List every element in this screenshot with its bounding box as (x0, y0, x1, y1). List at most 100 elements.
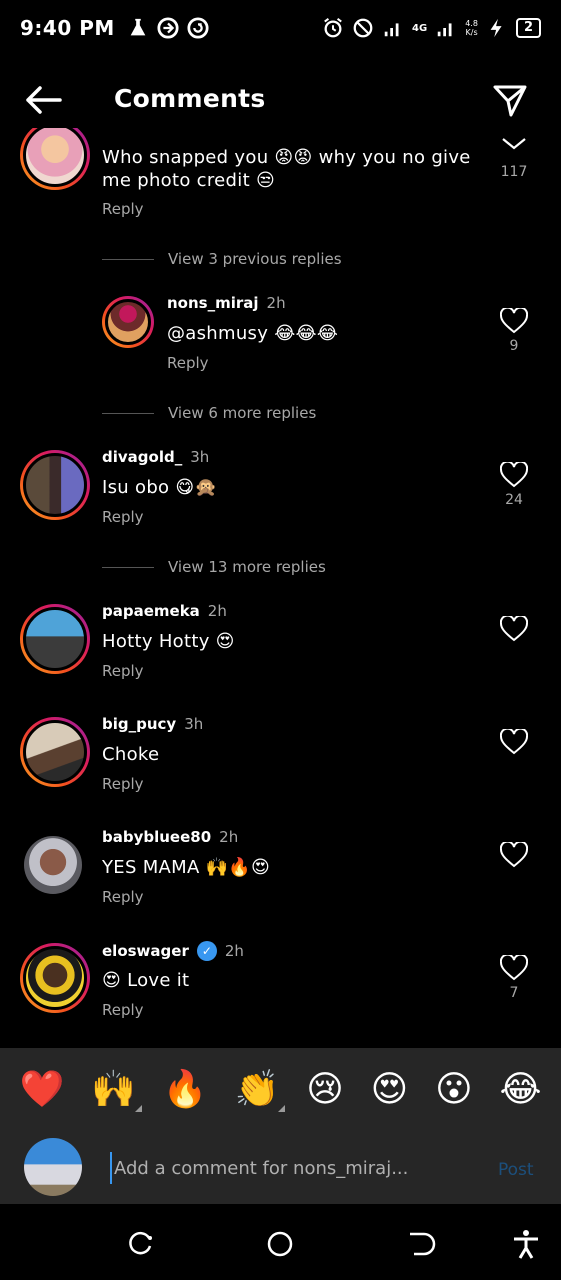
like-count: 117 (500, 164, 528, 180)
view-replies-button[interactable]: View 3 previous replies (102, 250, 342, 268)
quick-reaction-bar: ❤️ 🙌 🔥 👏 😢 😍 😮 😂 (0, 1048, 561, 1132)
comment-text: 😍 Love it (102, 970, 190, 991)
reaction-raised-hands[interactable]: 🙌 (91, 1069, 142, 1112)
comment-input-bar: Post (0, 1132, 561, 1204)
status-bar: 9:40 PM 4G 4.8 K/s 2 (0, 0, 561, 56)
username[interactable]: babybluee80 (102, 828, 211, 846)
reply-button[interactable]: Reply (102, 1001, 144, 1019)
reply-button[interactable]: Reply (102, 888, 144, 906)
reaction-heart-eyes[interactable]: 😍 (371, 1072, 409, 1108)
comment-time: 3h (190, 448, 210, 466)
reply-button[interactable]: Reply (167, 354, 209, 372)
comment-input[interactable] (110, 1152, 480, 1184)
page-title: Comments (114, 84, 266, 113)
heart-icon[interactable] (500, 616, 528, 642)
heart-icon[interactable] (500, 462, 528, 488)
username[interactable]: divagold_ (102, 448, 182, 466)
view-replies-label: View 6 more replies (168, 404, 317, 422)
signal-icon-2 (437, 23, 452, 37)
status-notification-icons (127, 17, 209, 39)
avatar[interactable] (20, 128, 90, 190)
post-button[interactable]: Post (498, 1160, 534, 1180)
send-icon[interactable] (492, 82, 528, 118)
avatar[interactable] (20, 604, 90, 674)
battery-level: 2 (515, 18, 541, 38)
username[interactable]: eloswager (102, 942, 189, 960)
charging-icon (490, 18, 502, 38)
comments-list[interactable]: Who snapped you 😡😡 why you no give me ph… (0, 128, 561, 1048)
view-replies-button[interactable]: View 13 more replies (102, 558, 326, 576)
username[interactable]: nons_miraj (167, 294, 259, 312)
comment-time: 2h (207, 602, 227, 620)
reaction-fire[interactable]: 🔥 (163, 1072, 208, 1108)
signal-icon (384, 23, 399, 37)
comment-user-line: divagold_ 3h (102, 448, 209, 466)
comment-user-line: nons_miraj 2h (167, 294, 286, 312)
reply-button[interactable]: Reply (102, 508, 144, 526)
reaction-laughing[interactable]: 😂 (499, 1072, 541, 1108)
comment-text: Hotty Hotty 😍 (102, 631, 235, 652)
do-not-disturb-icon (353, 18, 373, 38)
network-speed: 4.8 K/s (465, 19, 478, 37)
status-system-icons: 4G 4.8 K/s 2 (322, 17, 541, 39)
reply-button[interactable]: Reply (102, 775, 144, 793)
divider-line (102, 566, 154, 568)
avatar[interactable] (20, 717, 90, 787)
username[interactable]: big_pucy (102, 715, 176, 733)
avatar[interactable] (102, 296, 154, 348)
reply-button[interactable]: Reply (102, 662, 144, 680)
heart-icon[interactable] (500, 729, 528, 755)
like-count: 7 (509, 985, 519, 1001)
username[interactable]: papaemeka (102, 602, 200, 620)
like-count: 24 (505, 492, 523, 508)
verified-badge-icon: ✓ (196, 941, 217, 961)
comment-text: Isu obo 😋🙊 (102, 477, 218, 498)
skin-tone-indicator (278, 1105, 286, 1112)
reaction-raised-hands-glyph: 🙌 (91, 1069, 136, 1110)
header: Comments (0, 72, 561, 128)
comment-text: YES MAMA 🙌🔥😍 (102, 857, 271, 878)
comment-time: 2h (219, 828, 239, 846)
avatar[interactable] (24, 836, 82, 894)
accessibility-icon[interactable] (510, 1228, 542, 1260)
flask-icon (130, 18, 146, 36)
alarm-icon (324, 18, 342, 38)
reaction-clap-glyph: 👏 (234, 1069, 280, 1110)
back-arrow-icon[interactable] (24, 84, 62, 116)
view-replies-button[interactable]: View 6 more replies (102, 404, 316, 422)
comment-user-line: eloswager ✓ 2h (102, 941, 244, 961)
app-notification-icon (157, 17, 179, 39)
comment-text: Choke (102, 744, 160, 765)
app-notification-icon-2 (187, 17, 209, 39)
comment-text: @ashmusy 😂😂😂 (167, 323, 339, 344)
comment-time: 2h (224, 942, 244, 960)
heart-icon[interactable] (500, 955, 528, 981)
reaction-heart[interactable]: ❤️ (19, 1072, 64, 1108)
comment-user-line: big_pucy 3h (102, 715, 203, 733)
status-time: 9:40 PM (20, 16, 115, 40)
heart-icon[interactable] (500, 308, 528, 334)
divider-line (102, 258, 154, 260)
divider-line (102, 412, 154, 414)
recent-apps-icon[interactable] (124, 1228, 156, 1260)
avatar[interactable] (20, 450, 90, 520)
reaction-surprised[interactable]: 😮 (435, 1072, 473, 1108)
comment-user-line: babybluee80 2h (102, 828, 238, 846)
avatar[interactable] (20, 943, 90, 1013)
home-icon[interactable] (264, 1228, 296, 1260)
like-count: 9 (509, 338, 519, 354)
skin-tone-indicator (134, 1105, 142, 1112)
heart-icon[interactable] (500, 136, 528, 162)
heart-icon[interactable] (500, 842, 528, 868)
network-type: 4G (412, 22, 428, 34)
comment-text: Who snapped you 😡😡 why you no give me ph… (102, 147, 471, 191)
reply-button[interactable]: Reply (102, 200, 144, 218)
back-nav-icon[interactable] (404, 1228, 436, 1260)
comment-time: 2h (266, 294, 286, 312)
comment-time: 3h (184, 715, 204, 733)
view-replies-label: View 3 previous replies (168, 250, 342, 268)
view-replies-label: View 13 more replies (168, 558, 326, 576)
reaction-crying[interactable]: 😢 (306, 1072, 344, 1108)
comment-user-line: papaemeka 2h (102, 602, 227, 620)
reaction-clap[interactable]: 👏 (234, 1069, 286, 1112)
